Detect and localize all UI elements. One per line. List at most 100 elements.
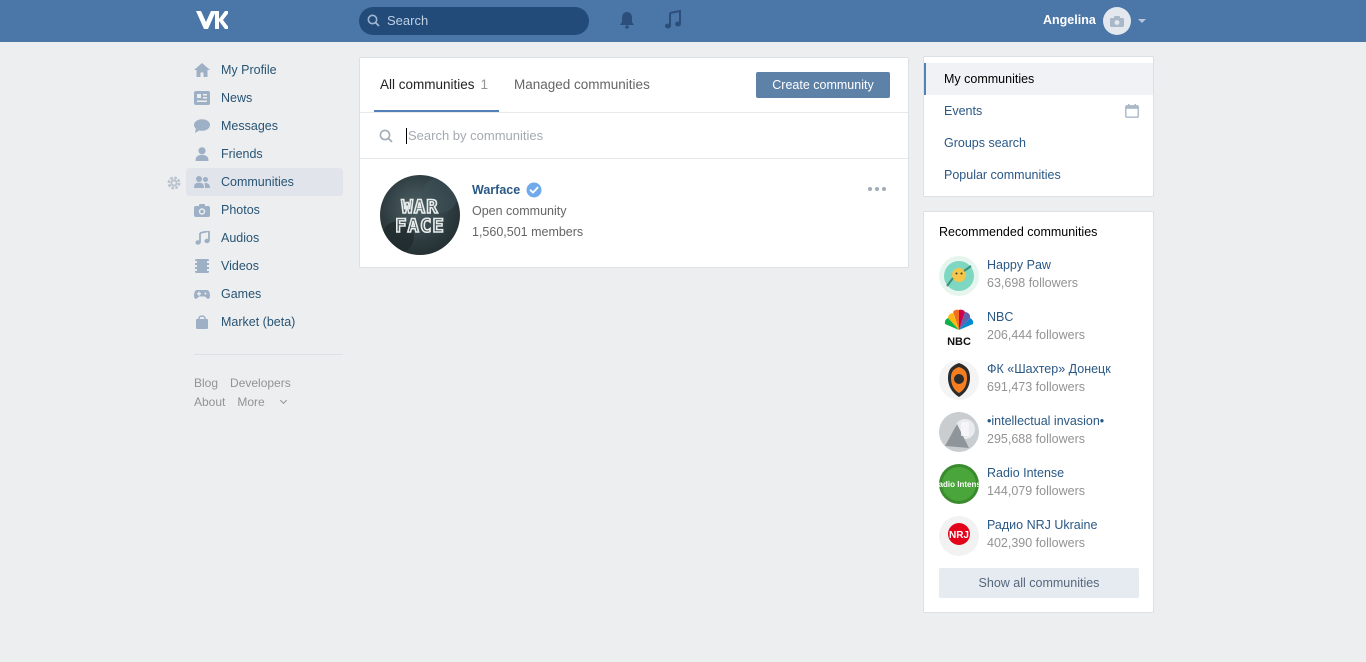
- recommended-item[interactable]: ФК «Шахтер» Донецк 691,473 followers: [939, 358, 1149, 400]
- community-avatar[interactable]: [939, 412, 979, 452]
- footer-link-blog[interactable]: Blog: [194, 376, 218, 390]
- user-avatar[interactable]: [1103, 7, 1131, 35]
- sidebar-item-label: Market (beta): [221, 315, 296, 329]
- sidebar-item-label: Photos: [221, 203, 260, 217]
- svg-text:FACE: FACE: [395, 215, 445, 237]
- sidebar-item-photos[interactable]: Photos: [186, 196, 343, 224]
- community-avatar[interactable]: [939, 256, 979, 296]
- shakhtar-crest-logo: [939, 360, 979, 400]
- recommended-name[interactable]: NBC: [987, 310, 1013, 324]
- tab-managed-communities[interactable]: Managed communities: [514, 77, 650, 92]
- recommended-name[interactable]: Happy Paw: [987, 258, 1051, 272]
- sidebar-footer-links: Blog Developers About More: [194, 374, 354, 412]
- calendar-icon[interactable]: [1125, 104, 1139, 118]
- gear-icon[interactable]: [166, 175, 182, 191]
- sidebar-item-label: News: [221, 91, 253, 105]
- sidebar-item-label: Games: [221, 287, 262, 301]
- sidebar-item-label: My Profile: [221, 63, 277, 77]
- happy-paw-logo: [939, 256, 979, 296]
- shopping-bag-icon: [196, 315, 208, 329]
- header-search-input[interactable]: Search: [359, 7, 589, 35]
- footer-link-developers[interactable]: Developers: [230, 376, 291, 390]
- community-avatar[interactable]: WAR FACE: [380, 175, 460, 255]
- nbc-avatar-text: NBC: [947, 336, 971, 348]
- recommended-name[interactable]: Radio Intense: [987, 466, 1064, 480]
- menu-item-popular-communities[interactable]: Popular communities: [924, 159, 1153, 191]
- camera-icon: [1110, 15, 1124, 27]
- community-avatar[interactable]: [939, 360, 979, 400]
- tab-label: All communities: [380, 77, 475, 92]
- recommended-followers: 144,079 followers: [987, 484, 1085, 498]
- more-actions-icon[interactable]: [868, 187, 886, 191]
- recommended-followers: 402,390 followers: [987, 536, 1085, 550]
- notifications-bell-icon[interactable]: [618, 11, 636, 29]
- recommended-followers: 206,444 followers: [987, 328, 1085, 342]
- create-community-button[interactable]: Create community: [756, 72, 890, 98]
- community-row[interactable]: WAR FACE Warface Open community 1,560,50…: [360, 159, 908, 267]
- recommended-item[interactable]: NBC NBC 206,444 followers: [939, 306, 1149, 348]
- tab-all-communities[interactable]: All communities 1: [380, 77, 488, 92]
- text-cursor: [406, 128, 407, 144]
- menu-item-events[interactable]: Events: [924, 95, 1153, 127]
- sidebar-item-communities[interactable]: Communities: [186, 168, 343, 196]
- recommended-name[interactable]: Радио NRJ Ukraine: [987, 518, 1097, 532]
- music-player-icon[interactable]: [664, 10, 682, 30]
- footer-link-more[interactable]: More: [237, 395, 287, 409]
- chevron-down-icon: [279, 396, 287, 405]
- sidebar-item-label: Audios: [221, 231, 260, 245]
- communities-panel: All communities 1 Managed communities Cre…: [359, 57, 909, 268]
- sidebar-item-videos[interactable]: Videos: [186, 252, 343, 280]
- recommended-item[interactable]: NRJ Радио NRJ Ukraine 402,390 followers: [939, 514, 1149, 556]
- tab-count: 1: [480, 77, 489, 92]
- sidebar-item-news[interactable]: News: [186, 84, 343, 112]
- community-name[interactable]: Warface: [472, 183, 520, 197]
- sidebar-item-friends[interactable]: Friends: [186, 140, 343, 168]
- film-icon: [195, 259, 209, 273]
- recommended-item[interactable]: Happy Paw 63,698 followers: [939, 254, 1149, 296]
- community-members: 1,560,501 members: [472, 225, 584, 239]
- menu-item-label: Groups search: [944, 136, 1026, 150]
- search-icon: [367, 14, 380, 27]
- warface-logo: WAR FACE: [382, 177, 458, 253]
- tab-label: Managed communities: [514, 77, 650, 92]
- footer-more-label: More: [237, 395, 265, 409]
- top-header: Search Angelina: [0, 0, 1366, 42]
- recommended-name[interactable]: ФК «Шахтер» Донецк: [987, 362, 1111, 376]
- sidebar-divider: [194, 354, 343, 355]
- communities-right-menu: My communities Events Groups search Popu…: [923, 56, 1154, 197]
- vk-logo-icon[interactable]: [194, 9, 228, 31]
- community-avatar[interactable]: NRJ: [939, 516, 979, 556]
- user-menu-caret-icon[interactable]: [1138, 19, 1146, 23]
- sidebar-item-games[interactable]: Games: [186, 280, 343, 308]
- communities-tabs: All communities 1 Managed communities Cre…: [360, 58, 908, 113]
- recommended-item[interactable]: Radio Intense Radio Intense 144,079 foll…: [939, 462, 1149, 504]
- sidebar-item-label: Messages: [221, 119, 278, 133]
- nrj-logo: NRJ: [939, 516, 979, 556]
- menu-item-label: My communities: [944, 72, 1035, 86]
- community-avatar[interactable]: Radio Intense: [939, 464, 979, 504]
- menu-item-my-communities[interactable]: My communities: [924, 63, 1153, 95]
- messages-icon: [194, 119, 210, 133]
- menu-item-label: Events: [944, 104, 983, 118]
- user-name[interactable]: Angelina: [1043, 13, 1096, 27]
- menu-item-groups-search[interactable]: Groups search: [924, 127, 1153, 159]
- community-avatar[interactable]: NBC: [939, 308, 979, 348]
- communities-search-placeholder: Search by communities: [408, 128, 544, 143]
- footer-link-about[interactable]: About: [194, 395, 225, 409]
- sidebar-item-my-profile[interactable]: My Profile: [186, 56, 343, 84]
- nbc-peacock-logo: NBC: [939, 308, 979, 348]
- sidebar-item-messages[interactable]: Messages: [186, 112, 343, 140]
- show-all-communities-button[interactable]: Show all communities: [939, 568, 1139, 598]
- left-sidebar: My Profile News Messages Friends Communi…: [186, 56, 343, 336]
- recommended-item[interactable]: •intellectual invasion• 295,688 follower…: [939, 410, 1149, 452]
- camera-icon: [194, 204, 210, 217]
- radio-intense-logo: Radio Intense: [939, 464, 979, 504]
- nrj-avatar-text: NRJ: [949, 530, 969, 541]
- recommended-name[interactable]: •intellectual invasion•: [987, 414, 1104, 428]
- communities-search-input[interactable]: Search by communities: [360, 113, 908, 159]
- sidebar-item-market[interactable]: Market (beta): [186, 308, 343, 336]
- communities-icon: [194, 176, 210, 188]
- verified-icon: [526, 182, 542, 198]
- sidebar-item-audios[interactable]: Audios: [186, 224, 343, 252]
- header-search-placeholder: Search: [387, 13, 429, 28]
